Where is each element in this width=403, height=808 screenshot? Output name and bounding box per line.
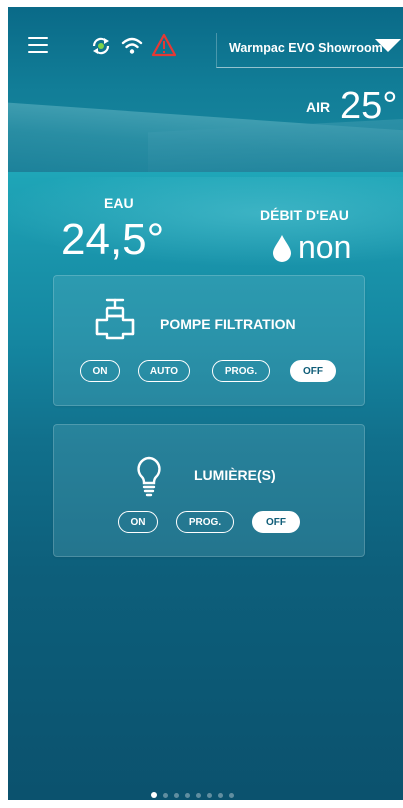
water-temperature: 24,5°: [61, 215, 165, 264]
light-bulb-icon: [137, 456, 161, 497]
menu-icon[interactable]: [28, 37, 48, 53]
air-temperature: 25°: [340, 85, 398, 127]
app-screen: Warmpac EVO Showroom AIR 25° EAU 24,5° D…: [8, 7, 403, 800]
water-flow-value: non: [298, 229, 352, 265]
lights-card-title: LUMIÈRE(S): [194, 467, 276, 483]
pump-filtration-card: POMPE FILTRATION ON AUTO PROG. OFF: [53, 275, 365, 406]
light-prog-button[interactable]: PROG.: [176, 511, 234, 533]
light-on-button[interactable]: ON: [118, 511, 158, 533]
page-dot[interactable]: [185, 792, 190, 798]
air-label: AIR: [306, 99, 331, 115]
page-dot[interactable]: [196, 792, 201, 798]
sync-icon[interactable]: [90, 35, 112, 57]
page-dot[interactable]: [207, 792, 212, 798]
page-dot[interactable]: [174, 792, 179, 798]
page-indicator: [151, 792, 234, 798]
valve-icon: [95, 298, 135, 340]
page-dot[interactable]: [218, 792, 223, 798]
pump-auto-button[interactable]: AUTO: [138, 360, 190, 382]
alert-icon[interactable]: [151, 33, 177, 57]
pump-on-button[interactable]: ON: [80, 360, 120, 382]
chevron-down-icon[interactable]: [375, 39, 401, 52]
device-name: Warmpac EVO Showroom: [229, 41, 383, 55]
water-label: EAU: [104, 195, 134, 211]
pump-card-title: POMPE FILTRATION: [160, 316, 296, 332]
page-dot[interactable]: [163, 792, 168, 798]
water-drop-icon: [273, 235, 291, 262]
pump-off-button[interactable]: OFF: [290, 360, 336, 382]
water-flow-label: DÉBIT D'EAU: [260, 207, 349, 223]
pump-prog-button[interactable]: PROG.: [212, 360, 270, 382]
page-dot[interactable]: [151, 792, 157, 798]
device-selector[interactable]: Warmpac EVO Showroom: [216, 33, 403, 68]
wifi-icon: [121, 37, 143, 54]
lights-card: LUMIÈRE(S) ON PROG. OFF: [53, 424, 365, 557]
page-dot[interactable]: [229, 792, 234, 798]
light-off-button[interactable]: OFF: [252, 511, 300, 533]
